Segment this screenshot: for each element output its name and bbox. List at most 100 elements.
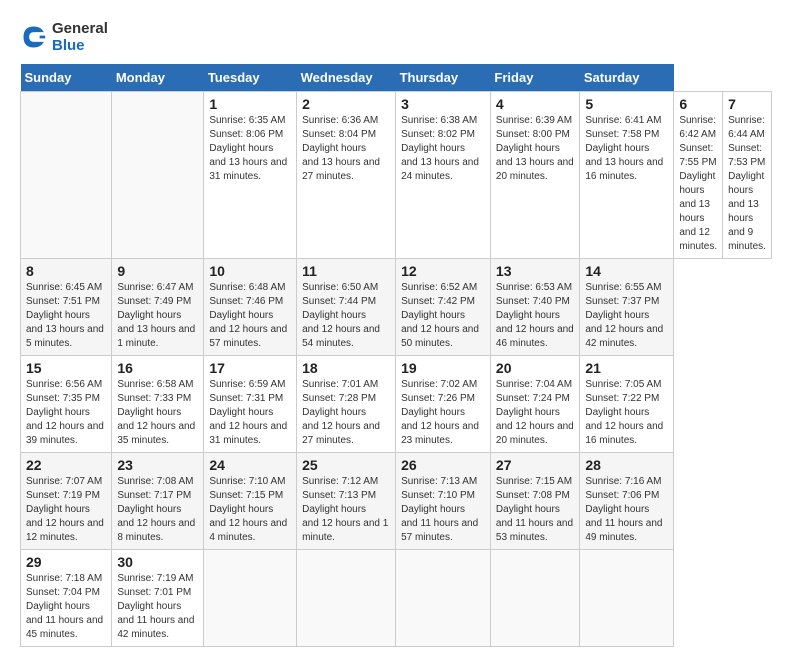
day-info: Sunrise: 7:16 AM Sunset: 7:06 PM Dayligh… <box>585 475 668 545</box>
logo: General Blue <box>20 20 108 54</box>
day-info: Sunrise: 7:01 AM Sunset: 7:28 PM Dayligh… <box>302 378 390 448</box>
day-info: Sunrise: 7:07 AM Sunset: 7:19 PM Dayligh… <box>26 475 106 545</box>
day-info: Sunrise: 7:13 AM Sunset: 7:10 PM Dayligh… <box>401 475 485 545</box>
calendar-cell: 21 Sunrise: 7:05 AM Sunset: 7:22 PM Dayl… <box>580 356 674 453</box>
logo-icon <box>20 23 48 51</box>
day-info: Sunrise: 6:36 AM Sunset: 8:04 PM Dayligh… <box>302 114 390 184</box>
calendar-cell <box>297 550 396 647</box>
day-number: 20 <box>496 360 574 376</box>
day-number: 8 <box>26 263 106 279</box>
day-number: 10 <box>209 263 291 279</box>
day-number: 1 <box>209 96 291 112</box>
day-info: Sunrise: 6:47 AM Sunset: 7:49 PM Dayligh… <box>117 281 198 351</box>
day-info: Sunrise: 6:55 AM Sunset: 7:37 PM Dayligh… <box>585 281 668 351</box>
day-number: 4 <box>496 96 574 112</box>
day-info: Sunrise: 6:39 AM Sunset: 8:00 PM Dayligh… <box>496 114 574 184</box>
day-number: 17 <box>209 360 291 376</box>
calendar-cell: 2 Sunrise: 6:36 AM Sunset: 8:04 PM Dayli… <box>297 92 396 259</box>
day-info: Sunrise: 6:35 AM Sunset: 8:06 PM Dayligh… <box>209 114 291 184</box>
calendar-cell: 13 Sunrise: 6:53 AM Sunset: 7:40 PM Dayl… <box>490 259 579 356</box>
day-number: 13 <box>496 263 574 279</box>
day-number: 26 <box>401 457 485 473</box>
day-info: Sunrise: 6:52 AM Sunset: 7:42 PM Dayligh… <box>401 281 485 351</box>
weekday-header-row: SundayMondayTuesdayWednesdayThursdayFrid… <box>21 64 772 92</box>
calendar-cell: 29 Sunrise: 7:18 AM Sunset: 7:04 PM Dayl… <box>21 550 112 647</box>
day-number: 12 <box>401 263 485 279</box>
calendar-cell: 9 Sunrise: 6:47 AM Sunset: 7:49 PM Dayli… <box>112 259 204 356</box>
day-number: 11 <box>302 263 390 279</box>
day-info: Sunrise: 6:48 AM Sunset: 7:46 PM Dayligh… <box>209 281 291 351</box>
day-number: 22 <box>26 457 106 473</box>
day-number: 3 <box>401 96 485 112</box>
calendar-cell: 11 Sunrise: 6:50 AM Sunset: 7:44 PM Dayl… <box>297 259 396 356</box>
day-info: Sunrise: 7:15 AM Sunset: 7:08 PM Dayligh… <box>496 475 574 545</box>
calendar-cell <box>396 550 491 647</box>
day-number: 15 <box>26 360 106 376</box>
weekday-header-friday: Friday <box>490 64 579 92</box>
calendar-cell <box>580 550 674 647</box>
day-info: Sunrise: 7:05 AM Sunset: 7:22 PM Dayligh… <box>585 378 668 448</box>
calendar-cell: 10 Sunrise: 6:48 AM Sunset: 7:46 PM Dayl… <box>204 259 297 356</box>
day-info: Sunrise: 6:50 AM Sunset: 7:44 PM Dayligh… <box>302 281 390 351</box>
day-info: Sunrise: 7:18 AM Sunset: 7:04 PM Dayligh… <box>26 572 106 642</box>
calendar-cell <box>112 92 204 259</box>
day-info: Sunrise: 6:58 AM Sunset: 7:33 PM Dayligh… <box>117 378 198 448</box>
calendar-cell: 16 Sunrise: 6:58 AM Sunset: 7:33 PM Dayl… <box>112 356 204 453</box>
calendar-cell: 25 Sunrise: 7:12 AM Sunset: 7:13 PM Dayl… <box>297 453 396 550</box>
day-number: 24 <box>209 457 291 473</box>
calendar-cell: 24 Sunrise: 7:10 AM Sunset: 7:15 PM Dayl… <box>204 453 297 550</box>
calendar-week-2: 15 Sunrise: 6:56 AM Sunset: 7:35 PM Dayl… <box>21 356 772 453</box>
weekday-header-wednesday: Wednesday <box>297 64 396 92</box>
calendar-cell: 7 Sunrise: 6:44 AM Sunset: 7:53 PM Dayli… <box>723 92 772 259</box>
logo-text: General Blue <box>52 20 108 54</box>
calendar-week-1: 8 Sunrise: 6:45 AM Sunset: 7:51 PM Dayli… <box>21 259 772 356</box>
day-number: 9 <box>117 263 198 279</box>
calendar-cell: 1 Sunrise: 6:35 AM Sunset: 8:06 PM Dayli… <box>204 92 297 259</box>
day-info: Sunrise: 6:44 AM Sunset: 7:53 PM Dayligh… <box>728 114 766 254</box>
weekday-header-thursday: Thursday <box>396 64 491 92</box>
day-number: 21 <box>585 360 668 376</box>
day-number: 29 <box>26 554 106 570</box>
calendar-cell: 20 Sunrise: 7:04 AM Sunset: 7:24 PM Dayl… <box>490 356 579 453</box>
calendar-cell: 14 Sunrise: 6:55 AM Sunset: 7:37 PM Dayl… <box>580 259 674 356</box>
day-number: 5 <box>585 96 668 112</box>
day-info: Sunrise: 7:04 AM Sunset: 7:24 PM Dayligh… <box>496 378 574 448</box>
day-info: Sunrise: 6:56 AM Sunset: 7:35 PM Dayligh… <box>26 378 106 448</box>
calendar-cell: 28 Sunrise: 7:16 AM Sunset: 7:06 PM Dayl… <box>580 453 674 550</box>
day-number: 6 <box>679 96 717 112</box>
calendar-cell: 22 Sunrise: 7:07 AM Sunset: 7:19 PM Dayl… <box>21 453 112 550</box>
weekday-header-monday: Monday <box>112 64 204 92</box>
day-info: Sunrise: 6:53 AM Sunset: 7:40 PM Dayligh… <box>496 281 574 351</box>
day-number: 25 <box>302 457 390 473</box>
calendar-cell: 19 Sunrise: 7:02 AM Sunset: 7:26 PM Dayl… <box>396 356 491 453</box>
day-number: 27 <box>496 457 574 473</box>
calendar-cell: 5 Sunrise: 6:41 AM Sunset: 7:58 PM Dayli… <box>580 92 674 259</box>
calendar-cell <box>204 550 297 647</box>
weekday-header-saturday: Saturday <box>580 64 674 92</box>
day-info: Sunrise: 7:08 AM Sunset: 7:17 PM Dayligh… <box>117 475 198 545</box>
calendar-cell: 23 Sunrise: 7:08 AM Sunset: 7:17 PM Dayl… <box>112 453 204 550</box>
calendar-table: SundayMondayTuesdayWednesdayThursdayFrid… <box>20 64 772 647</box>
weekday-header-sunday: Sunday <box>21 64 112 92</box>
day-number: 16 <box>117 360 198 376</box>
day-info: Sunrise: 6:59 AM Sunset: 7:31 PM Dayligh… <box>209 378 291 448</box>
day-info: Sunrise: 7:12 AM Sunset: 7:13 PM Dayligh… <box>302 475 390 545</box>
calendar-week-4: 29 Sunrise: 7:18 AM Sunset: 7:04 PM Dayl… <box>21 550 772 647</box>
calendar-cell: 12 Sunrise: 6:52 AM Sunset: 7:42 PM Dayl… <box>396 259 491 356</box>
calendar-cell: 27 Sunrise: 7:15 AM Sunset: 7:08 PM Dayl… <box>490 453 579 550</box>
calendar-cell: 4 Sunrise: 6:39 AM Sunset: 8:00 PM Dayli… <box>490 92 579 259</box>
day-info: Sunrise: 7:10 AM Sunset: 7:15 PM Dayligh… <box>209 475 291 545</box>
day-number: 23 <box>117 457 198 473</box>
day-number: 19 <box>401 360 485 376</box>
day-info: Sunrise: 6:42 AM Sunset: 7:55 PM Dayligh… <box>679 114 717 254</box>
day-info: Sunrise: 6:38 AM Sunset: 8:02 PM Dayligh… <box>401 114 485 184</box>
calendar-cell <box>21 92 112 259</box>
calendar-cell: 6 Sunrise: 6:42 AM Sunset: 7:55 PM Dayli… <box>674 92 723 259</box>
day-number: 28 <box>585 457 668 473</box>
day-info: Sunrise: 6:45 AM Sunset: 7:51 PM Dayligh… <box>26 281 106 351</box>
day-info: Sunrise: 7:19 AM Sunset: 7:01 PM Dayligh… <box>117 572 198 642</box>
header-area: General Blue <box>20 20 772 54</box>
calendar-week-3: 22 Sunrise: 7:07 AM Sunset: 7:19 PM Dayl… <box>21 453 772 550</box>
calendar-cell: 17 Sunrise: 6:59 AM Sunset: 7:31 PM Dayl… <box>204 356 297 453</box>
weekday-header-tuesday: Tuesday <box>204 64 297 92</box>
